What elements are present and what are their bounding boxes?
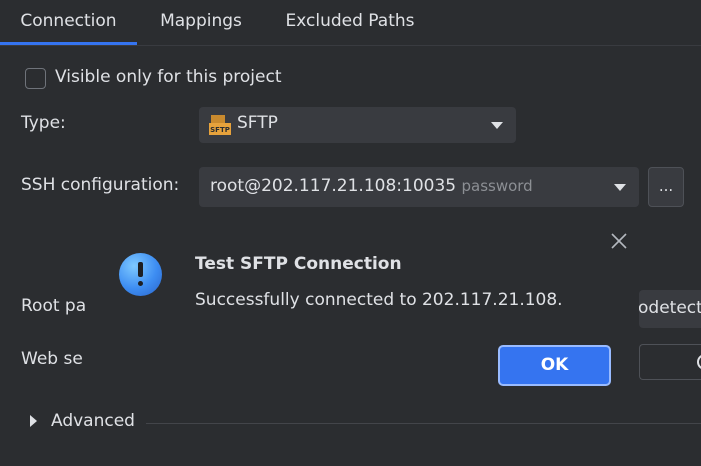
ssh-config-auth: password [461, 177, 533, 195]
web-server-field[interactable] [639, 344, 701, 380]
visible-only-label[interactable]: Visible only for this project [55, 67, 282, 87]
ssh-config-dropdown[interactable]: root@202.117.21.108:10035 password [199, 167, 639, 207]
type-label: Type: [21, 113, 66, 133]
close-icon[interactable] [610, 232, 628, 250]
open-url-icon[interactable] [697, 354, 701, 370]
root-path-field[interactable]: odetect [639, 290, 701, 328]
advanced-divider [146, 423, 701, 424]
ssh-config-host: root@202.117.21.108:10035 [210, 176, 457, 196]
svg-text:SFTP: SFTP [210, 126, 230, 134]
root-path-label: Root pa [21, 296, 85, 316]
visible-only-checkbox[interactable] [25, 68, 46, 89]
dialog-title: Test SFTP Connection [195, 254, 402, 274]
ssh-config-label: SSH configuration: [21, 175, 180, 195]
tab-bar: Connection Mappings Excluded Paths [0, 0, 701, 46]
tab-mappings[interactable]: Mappings [137, 0, 265, 45]
type-dropdown[interactable]: SFTP SFTP [199, 107, 516, 143]
chevron-down-icon [491, 122, 503, 129]
tab-excluded-paths[interactable]: Excluded Paths [265, 0, 435, 45]
type-value: SFTP [237, 113, 278, 133]
test-connection-dialog: Test SFTP Connection Successfully connec… [86, 225, 639, 405]
tab-selected-indicator [0, 42, 137, 45]
info-icon [119, 253, 162, 296]
root-path-value: odetect [639, 298, 701, 318]
advanced-toggle[interactable]: Advanced [51, 411, 135, 431]
ok-button[interactable]: OK [498, 345, 611, 386]
tab-connection[interactable]: Connection [0, 0, 137, 45]
chevron-down-icon [614, 184, 626, 191]
ssh-config-more-button[interactable]: ... [648, 167, 684, 207]
ssh-config-value: root@202.117.21.108:10035 password [210, 176, 533, 196]
dialog-message: Successfully connected to 202.117.21.108… [195, 290, 563, 310]
chevron-right-icon[interactable] [30, 415, 37, 427]
sftp-icon: SFTP [209, 115, 231, 135]
web-server-label: Web se [21, 349, 83, 369]
